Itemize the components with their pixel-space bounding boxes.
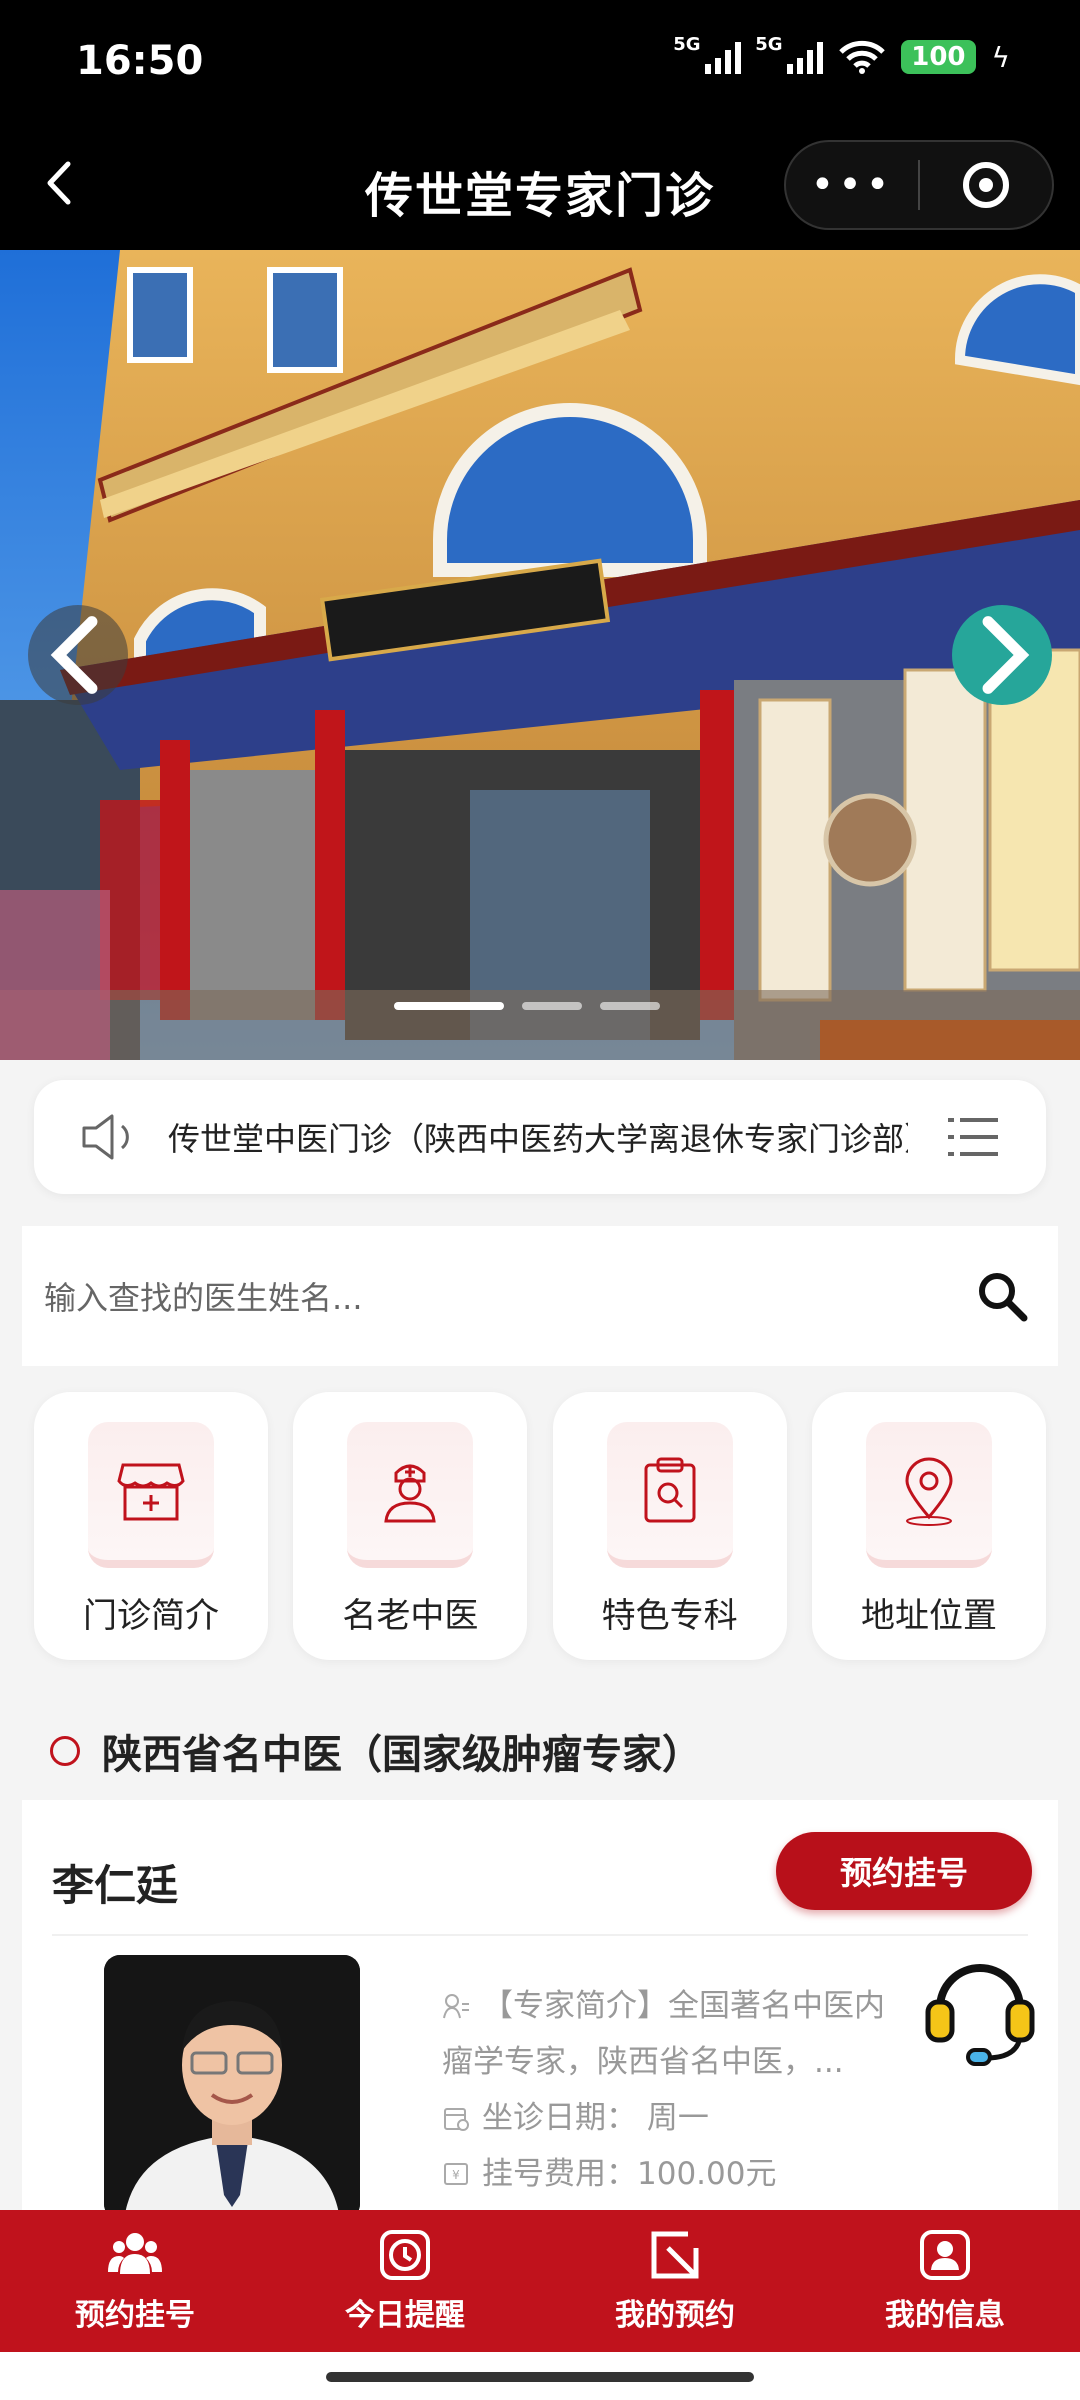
- tab-my-appointments[interactable]: 我的预约: [540, 2210, 810, 2352]
- tab-label: 今日提醒: [345, 2298, 465, 2333]
- quick-link-label: 地址位置: [860, 1596, 997, 1636]
- home-indicator[interactable]: [326, 2372, 754, 2382]
- list-icon[interactable]: [948, 1116, 998, 1158]
- clinic-building-photo: [0, 250, 1080, 1060]
- section-heading: 陕西省名中医（国家级肿瘤专家）: [50, 1722, 702, 1780]
- signal-icon: 5G: [673, 34, 742, 74]
- status-bar: 16:50 5G 5G 100 ϟ: [0, 0, 1080, 120]
- quick-link-clinic-intro[interactable]: 门诊简介: [34, 1392, 268, 1660]
- doctor-icon: [347, 1422, 474, 1568]
- signal-icon-2: 5G: [755, 34, 824, 74]
- tab-today-reminder[interactable]: 今日提醒: [270, 2210, 540, 2352]
- banner-carousel[interactable]: [0, 250, 1080, 1060]
- fee-icon: ¥: [444, 2163, 468, 2185]
- clinic-icon: [88, 1422, 214, 1568]
- status-time: 16:50: [76, 38, 204, 84]
- nav-header: 传世堂专家门诊 •••: [0, 120, 1080, 250]
- person-info-icon: [443, 1994, 469, 2019]
- tab-my-info[interactable]: 我的信息: [810, 2210, 1080, 2352]
- doctor-fee: 挂号费用：100.00元: [482, 2156, 777, 2192]
- section-circle-icon: [50, 1736, 80, 1766]
- tab-label: 预约挂号: [75, 2298, 195, 2333]
- search-icon[interactable]: [976, 1270, 1028, 1322]
- quick-link-label: 名老中医: [342, 1596, 479, 1636]
- doctor-info: 【专家简介】全国著名中医内 瘤学专家，陕西省名中医，... 坐诊日期： 周一 ¥…: [442, 1978, 942, 2202]
- customer-service-headset-icon[interactable]: [920, 1946, 1040, 2066]
- quick-links: 门诊简介 名老中医 特色专科 地址位置: [34, 1392, 1046, 1660]
- tab-label: 我的预约: [615, 2298, 735, 2333]
- battery-indicator: 100: [901, 40, 976, 74]
- doctor-intro-line2: 瘤学专家，陕西省名中医，...: [442, 2044, 844, 2080]
- edit-square-icon: [651, 2231, 699, 2279]
- wifi-icon: [839, 40, 885, 74]
- mini-program-close-icon[interactable]: [920, 162, 1052, 208]
- svg-text:¥: ¥: [452, 2168, 460, 2182]
- divider: [52, 1934, 1028, 1936]
- book-appointment-button[interactable]: 预约挂号: [776, 1832, 1032, 1910]
- carousel-dot[interactable]: [522, 1002, 582, 1010]
- profile-card-icon: [920, 2230, 970, 2280]
- carousel-indicator: [394, 1002, 660, 1010]
- charging-icon: ϟ: [991, 40, 1010, 74]
- doctor-name: 李仁廷: [52, 1861, 179, 1910]
- carousel-next-button[interactable]: [952, 605, 1052, 705]
- mini-program-capsule: •••: [784, 140, 1054, 230]
- doctor-search-bar[interactable]: 输入查找的医生姓名...: [22, 1226, 1058, 1366]
- search-input[interactable]: 输入查找的医生姓名...: [44, 1273, 363, 1319]
- doctor-schedule-row: 坐诊日期： 周一: [442, 2090, 942, 2146]
- status-icons: 5G 5G 100 ϟ: [673, 34, 1010, 74]
- carousel-dot[interactable]: [394, 1002, 504, 1010]
- section-title: 陕西省名中医（国家级肿瘤专家）: [102, 1732, 702, 1778]
- clock-icon: [380, 2230, 430, 2280]
- doctor-schedule: 坐诊日期： 周一: [482, 2100, 709, 2136]
- network-type-label: 5G: [673, 34, 701, 55]
- doctor-fee-row: ¥ 挂号费用：100.00元: [442, 2146, 942, 2202]
- quick-link-specialties[interactable]: 特色专科: [552, 1392, 787, 1660]
- more-dots-icon[interactable]: •••: [786, 162, 918, 208]
- chevron-right-icon: [982, 616, 1030, 694]
- quick-link-label: 门诊简介: [83, 1596, 219, 1636]
- location-pin-icon: [865, 1422, 992, 1568]
- bottom-tab-bar: 预约挂号 今日提醒 我的预约 我的信息: [0, 2210, 1080, 2352]
- doctor-intro-row: 【专家简介】全国著名中医内: [442, 1978, 942, 2034]
- doctor-card[interactable]: 李仁廷 预约挂号 【专家简介】全国著名中医内 瘤学专家，陕西省名中医，... 坐…: [22, 1800, 1058, 2220]
- tab-book-appointment[interactable]: 预约挂号: [0, 2210, 270, 2352]
- carousel-dot[interactable]: [600, 1002, 660, 1010]
- quick-link-label: 特色专科: [601, 1596, 738, 1636]
- notice-text: 传世堂中医门诊（陕西中医药大学离退休专家门诊部）: [168, 1120, 908, 1158]
- doctor-intro-row-2: 瘤学专家，陕西省名中医，...: [442, 2034, 942, 2090]
- notice-bar[interactable]: 传世堂中医门诊（陕西中医药大学离退休专家门诊部）: [34, 1080, 1046, 1194]
- chevron-left-icon: [50, 616, 98, 694]
- speaker-icon: [82, 1114, 129, 1160]
- quick-link-famous-doctors[interactable]: 名老中医: [293, 1392, 528, 1660]
- clipboard-search-icon: [606, 1422, 733, 1568]
- tab-label: 我的信息: [885, 2298, 1005, 2333]
- network-type-label-2: 5G: [755, 34, 783, 55]
- quick-link-address[interactable]: 地址位置: [811, 1392, 1046, 1660]
- doctor-photo: [104, 1955, 360, 2220]
- carousel-prev-button[interactable]: [28, 605, 128, 705]
- users-icon: [108, 2233, 162, 2274]
- doctor-intro-line1: 【专家简介】全国著名中医内: [482, 1988, 885, 2024]
- calendar-icon: [444, 2108, 469, 2131]
